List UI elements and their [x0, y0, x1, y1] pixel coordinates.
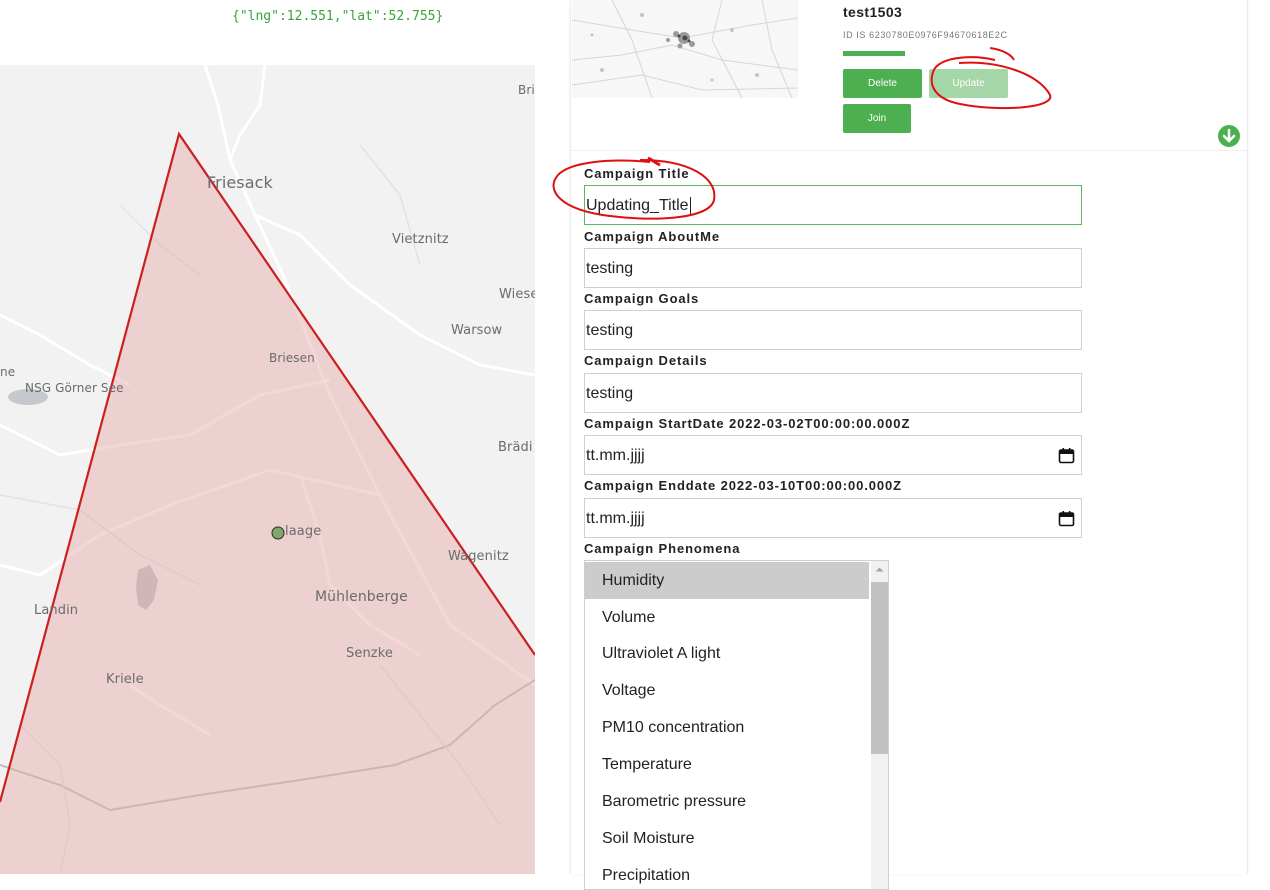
phenomena-listbox[interactable]: Humidity Volume Ultraviolet A light Volt… [584, 560, 889, 890]
enddate-placeholder: tt.mm.jjjj [586, 510, 645, 527]
campaign-enddate-input[interactable]: tt.mm.jjjj [584, 498, 1082, 538]
scroll-up-arrow-icon[interactable] [871, 561, 888, 578]
panel-divider [571, 150, 1247, 151]
campaign-phenomena-label: Campaign Phenomena [584, 541, 741, 556]
delete-button[interactable]: Delete [843, 69, 922, 98]
campaign-goals-label: Campaign Goals [584, 291, 700, 306]
map-label: Bri [518, 83, 535, 97]
map-label: laage [285, 524, 322, 539]
phenomena-option[interactable]: Ultraviolet A light [585, 635, 869, 672]
map-label: Friesack [207, 173, 273, 192]
campaign-aboutme-label: Campaign AboutMe [584, 229, 720, 244]
campaign-details-input[interactable]: testing [584, 373, 1082, 413]
arrow-down-circle-icon[interactable] [1218, 125, 1240, 147]
map-label: Mühlenberge [315, 589, 408, 605]
phenomena-option[interactable]: Volume [585, 599, 869, 636]
campaign-enddate-label: Campaign Enddate 2022-03-10T00:00:00.000… [584, 478, 902, 493]
campaign-title-label: Campaign Title [584, 166, 690, 181]
phenomena-option[interactable]: PM10 concentration [585, 709, 869, 746]
map-label: ne [0, 365, 16, 379]
phenomena-option[interactable]: Barometric pressure [585, 783, 869, 820]
campaign-details-label: Campaign Details [584, 353, 708, 368]
phenomena-option[interactable]: Humidity [585, 562, 869, 599]
map-label: Landin [34, 603, 79, 618]
campaign-startdate-input[interactable]: tt.mm.jjjj [584, 435, 1082, 475]
campaign-aboutme-input[interactable]: testing [584, 248, 1082, 288]
phenomena-option[interactable]: Soil Moisture [585, 820, 869, 857]
phenomena-option[interactable]: Voltage [585, 672, 869, 709]
map-label: NSG Görner See [25, 381, 124, 395]
campaign-startdate-label: Campaign StartDate 2022-03-02T00:00:00.0… [584, 416, 911, 431]
map-label: Vietznitz [392, 232, 449, 247]
map-label: Senzke [346, 646, 393, 661]
phenomena-option[interactable]: Temperature [585, 746, 869, 783]
map-label: Kriele [106, 672, 144, 687]
map-label: Wagenitz [448, 549, 509, 564]
map-label: Wiese [499, 287, 535, 302]
map-label: Briesen [269, 351, 315, 365]
campaign-goals-input[interactable]: testing [584, 310, 1082, 350]
text-cursor [689, 196, 691, 215]
campaign-title-input[interactable]: Updating_Title [584, 185, 1082, 225]
calendar-icon[interactable] [1058, 447, 1075, 464]
map-marker-icon[interactable] [271, 526, 285, 540]
join-button[interactable]: Join [843, 104, 911, 133]
map-view[interactable]: Bri Friesack Vietznitz Wiese Warsow Brie… [0, 65, 535, 874]
campaign-thumbnail [572, 0, 798, 98]
campaign-progress-bar [843, 51, 905, 56]
campaign-name: test1503 [843, 4, 903, 20]
campaign-id: ID IS 6230780E0976F94670618E2C [843, 30, 1008, 40]
update-button[interactable]: Update [929, 69, 1008, 98]
map-label: Warsow [451, 323, 503, 338]
campaign-title-value: Updating_Title [586, 197, 689, 214]
startdate-placeholder: tt.mm.jjjj [586, 447, 645, 464]
coordinates-readout: {"lng":12.551,"lat":52.755} [232, 9, 444, 24]
listbox-scrollbar-thumb[interactable] [871, 582, 888, 754]
map-label: Brädi [498, 440, 533, 455]
calendar-icon[interactable] [1058, 510, 1075, 527]
